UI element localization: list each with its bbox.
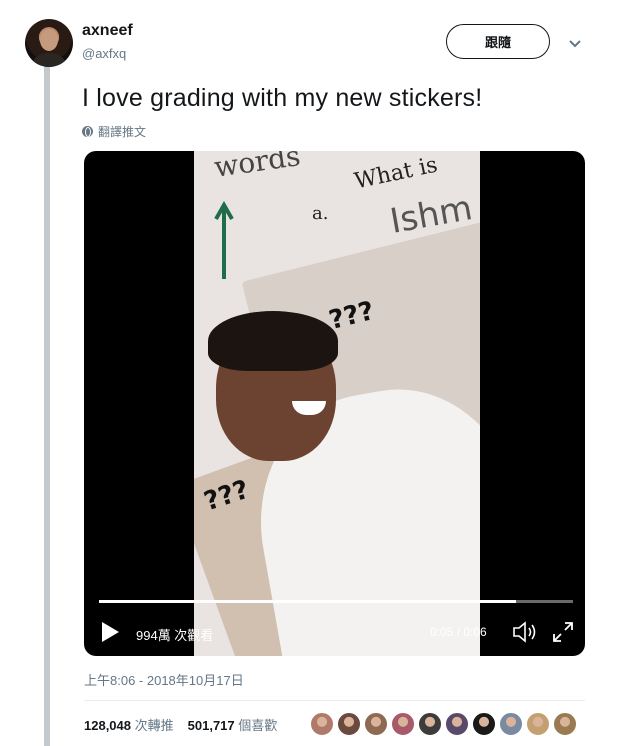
video-progress-fill [99, 600, 517, 603]
liker-avatar[interactable] [391, 712, 415, 736]
like-label: 個喜歡 [238, 718, 278, 733]
liker-avatar[interactable] [310, 712, 334, 736]
translate-label: 翻譯推文 [98, 125, 147, 139]
author-handle[interactable]: @axfxq [82, 46, 126, 61]
video-player[interactable]: words What is a. Ishm ??? ??? 994萬 次觀看 0… [84, 151, 585, 656]
author-name[interactable]: axneef [82, 22, 133, 40]
globe-icon [82, 126, 93, 137]
retweet-label: 次轉推 [134, 718, 174, 733]
tweet-stats: 128,048 次轉推 501,717 個喜歡 [84, 715, 277, 734]
arrow-icon [214, 201, 234, 279]
follow-button[interactable]: 跟隨 [446, 24, 550, 59]
thread-line [44, 66, 50, 746]
play-icon[interactable] [100, 621, 120, 643]
frame-letter: a. [312, 203, 329, 224]
likers-avatars [310, 712, 577, 736]
video-frame: words What is a. Ishm ??? ??? [194, 151, 480, 656]
frame-word-2: What is [352, 152, 440, 195]
avatar-face [40, 29, 58, 51]
tweet-text: I love grading with my new stickers! [82, 84, 483, 112]
person-hair [208, 311, 338, 371]
avatar-body [33, 53, 65, 67]
liker-avatar[interactable] [472, 712, 496, 736]
liker-avatar[interactable] [445, 712, 469, 736]
volume-icon[interactable] [512, 620, 538, 644]
like-count: 501,717 [187, 718, 235, 733]
retweet-count: 128,048 [84, 718, 131, 733]
liker-avatar[interactable] [364, 712, 388, 736]
liker-avatar[interactable] [553, 712, 577, 736]
video-progress-bar[interactable] [99, 600, 573, 603]
author-avatar[interactable] [25, 19, 73, 67]
fullscreen-icon[interactable] [552, 621, 574, 643]
divider [84, 700, 585, 701]
liker-avatar[interactable] [337, 712, 361, 736]
liker-avatar[interactable] [499, 712, 523, 736]
retweet-stat[interactable]: 128,048 次轉推 [84, 715, 174, 734]
liker-avatar[interactable] [526, 712, 550, 736]
frame-word-1: words [212, 151, 303, 184]
like-stat[interactable]: 501,717 個喜歡 [188, 715, 278, 734]
translate-link[interactable]: 翻譯推文 [82, 123, 146, 140]
video-time: 0:05 / 0:06 [430, 625, 487, 639]
liker-avatar[interactable] [418, 712, 442, 736]
tweet-timestamp[interactable]: 上午8:06 - 2018年10月17日 [84, 670, 244, 689]
view-count: 994萬 次觀看 [136, 628, 214, 643]
chevron-down-icon[interactable] [568, 36, 582, 50]
